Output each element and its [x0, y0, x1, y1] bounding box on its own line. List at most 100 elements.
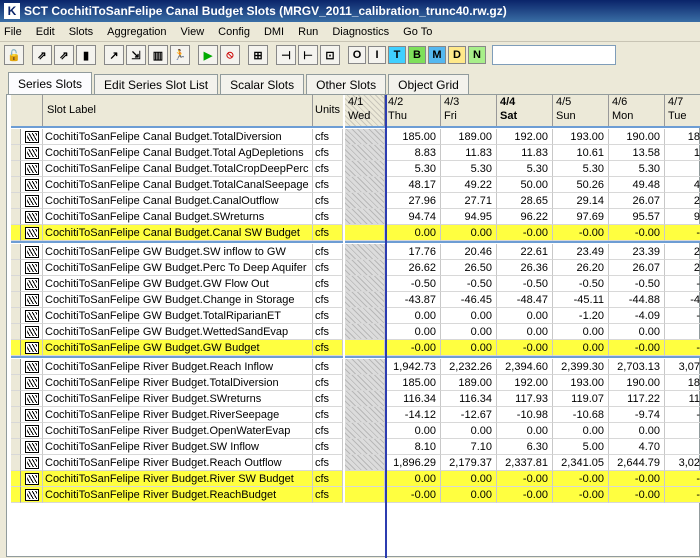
slot-row[interactable]: CochitiToSanFelipe River Budget.Reach Ou… [11, 455, 343, 471]
slot-label[interactable]: CochitiToSanFelipe River Budget.SW Inflo… [43, 439, 313, 455]
slot-label[interactable]: CochitiToSanFelipe Canal Budget.Canal SW… [43, 225, 313, 241]
value-cell[interactable]: 2,394.60 [497, 359, 553, 375]
value-cell[interactable]: 2,703.13 [609, 359, 665, 375]
value-cell[interactable]: -0.00 [497, 225, 553, 241]
series-slot-icon-cell[interactable] [21, 260, 43, 276]
value-cell[interactable]: 26.20 [553, 260, 609, 276]
slot-label-header[interactable]: Slot Label [43, 95, 313, 127]
date-column-header[interactable]: 4/2 Thu [385, 95, 441, 127]
col-left-icon[interactable]: ⊣ [276, 45, 296, 65]
value-cell[interactable]: -0.50 [497, 276, 553, 292]
date-column-header[interactable]: 4/3 Fri [441, 95, 497, 127]
runner-icon[interactable]: 🏃 [170, 45, 190, 65]
value-cell[interactable]: 189.00 [441, 375, 497, 391]
value-cell[interactable]: 185.00 [385, 375, 441, 391]
row-marker[interactable] [11, 359, 21, 375]
value-cell[interactable]: 49.48 [609, 177, 665, 193]
value-cell[interactable]: 2 [665, 193, 700, 209]
value-cell[interactable]: -10.68 [553, 407, 609, 423]
slot-row[interactable]: CochitiToSanFelipe Canal Budget.TotalCro… [11, 161, 343, 177]
value-cell[interactable]: - [665, 340, 700, 356]
arrow-link-icon[interactable]: ⇗ [32, 45, 52, 65]
value-cell[interactable]: 2,232.26 [441, 359, 497, 375]
value-cell[interactable]: 2,179.37 [441, 455, 497, 471]
units-header[interactable]: Units [313, 95, 343, 127]
menu-diagnostics[interactable]: Diagnostics [332, 26, 389, 38]
value-cell[interactable]: 1 [665, 145, 700, 161]
value-cell[interactable]: 95.57 [609, 209, 665, 225]
filter-d-button[interactable]: D [448, 46, 466, 64]
tab-other-slots[interactable]: Other Slots [306, 74, 387, 94]
series-slot-icon-cell[interactable] [21, 407, 43, 423]
slot-label[interactable]: CochitiToSanFelipe Canal Budget.TotalCro… [43, 161, 313, 177]
menu-aggregation[interactable]: Aggregation [107, 26, 166, 38]
play-icon[interactable]: ▶ [198, 45, 218, 65]
value-cell[interactable]: -0.00 [609, 471, 665, 487]
value-cell[interactable]: 18 [665, 129, 700, 145]
value-cell[interactable]: 26.62 [385, 260, 441, 276]
value-cell[interactable]: 5.30 [609, 161, 665, 177]
value-cell[interactable] [665, 324, 700, 340]
column-icon[interactable]: ▮ [76, 45, 96, 65]
slot-label[interactable]: CochitiToSanFelipe GW Budget.TotalRipari… [43, 308, 313, 324]
value-cell[interactable]: 97.69 [553, 209, 609, 225]
value-cell[interactable]: 116.34 [441, 391, 497, 407]
slot-label[interactable]: CochitiToSanFelipe Canal Budget.CanalOut… [43, 193, 313, 209]
date-column-header[interactable]: 4/7 Tue [665, 95, 700, 127]
row-marker[interactable] [11, 177, 21, 193]
row-marker[interactable] [11, 145, 21, 161]
value-cell[interactable]: -14.12 [385, 407, 441, 423]
slot-row[interactable]: CochitiToSanFelipe River Budget.SWreturn… [11, 391, 343, 407]
value-cell[interactable]: -48.47 [497, 292, 553, 308]
slot-row[interactable]: CochitiToSanFelipe GW Budget.GW Flow Out… [11, 276, 343, 292]
value-cell[interactable]: 49.22 [441, 177, 497, 193]
value-cell[interactable]: 26.36 [497, 260, 553, 276]
value-cell[interactable]: 8.83 [385, 145, 441, 161]
slot-label[interactable]: CochitiToSanFelipe GW Budget.GW Budget [43, 340, 313, 356]
slot-row[interactable]: CochitiToSanFelipe Canal Budget.SWreturn… [11, 209, 343, 225]
slot-label[interactable]: CochitiToSanFelipe River Budget.Reach In… [43, 359, 313, 375]
filter-t-button[interactable]: T [388, 46, 406, 64]
value-cell[interactable]: 116.34 [385, 391, 441, 407]
value-cell[interactable]: 0.00 [441, 225, 497, 241]
value-cell[interactable]: 0.00 [497, 308, 553, 324]
value-cell[interactable]: 2 [665, 260, 700, 276]
filter-i-button[interactable]: I [368, 46, 386, 64]
value-cell[interactable]: -0.00 [497, 471, 553, 487]
arrow-x-icon[interactable]: ⇲ [126, 45, 146, 65]
row-marker[interactable] [11, 407, 21, 423]
value-cell[interactable]: 22.61 [497, 244, 553, 260]
value-cell[interactable]: 0.00 [441, 308, 497, 324]
value-cell[interactable]: - [665, 407, 700, 423]
tab-object-grid[interactable]: Object Grid [388, 74, 469, 94]
slot-label[interactable]: CochitiToSanFelipe Canal Budget.TotalCan… [43, 177, 313, 193]
series-slot-icon-cell[interactable] [21, 193, 43, 209]
date-column-header[interactable]: 4/5 Sun [553, 95, 609, 127]
value-cell[interactable]: 23.39 [609, 244, 665, 260]
series-slot-icon-cell[interactable] [21, 292, 43, 308]
value-cell[interactable]: 1,896.29 [385, 455, 441, 471]
value-cell[interactable]: 2 [665, 244, 700, 260]
value-cell[interactable]: 192.00 [497, 375, 553, 391]
value-cell[interactable]: 11 [665, 391, 700, 407]
value-cell[interactable]: 2,341.05 [553, 455, 609, 471]
slot-row[interactable]: CochitiToSanFelipe River Budget.TotalDiv… [11, 375, 343, 391]
slot-row[interactable]: CochitiToSanFelipe Canal Budget.TotalDiv… [11, 129, 343, 145]
value-cell[interactable]: 0.00 [441, 471, 497, 487]
series-slot-icon-cell[interactable] [21, 340, 43, 356]
value-cell[interactable]: 5.30 [553, 161, 609, 177]
value-cell[interactable]: 0.00 [609, 324, 665, 340]
value-cell[interactable]: 193.00 [553, 129, 609, 145]
value-cell[interactable]: -0.00 [385, 340, 441, 356]
slot-row[interactable]: CochitiToSanFelipe River Budget.Reach In… [11, 359, 343, 375]
menu-run[interactable]: Run [298, 26, 318, 38]
value-cell[interactable]: 0.00 [385, 471, 441, 487]
filter-b-button[interactable]: B [408, 46, 426, 64]
slot-label[interactable]: CochitiToSanFelipe GW Budget.Perc To Dee… [43, 260, 313, 276]
value-cell[interactable]: 13.58 [609, 145, 665, 161]
value-cell[interactable]: -12.67 [441, 407, 497, 423]
slot-label[interactable]: CochitiToSanFelipe River Budget.River SW… [43, 471, 313, 487]
slot-label[interactable]: CochitiToSanFelipe GW Budget.Change in S… [43, 292, 313, 308]
series-slot-icon-cell[interactable] [21, 244, 43, 260]
value-cell[interactable]: 9 [665, 209, 700, 225]
